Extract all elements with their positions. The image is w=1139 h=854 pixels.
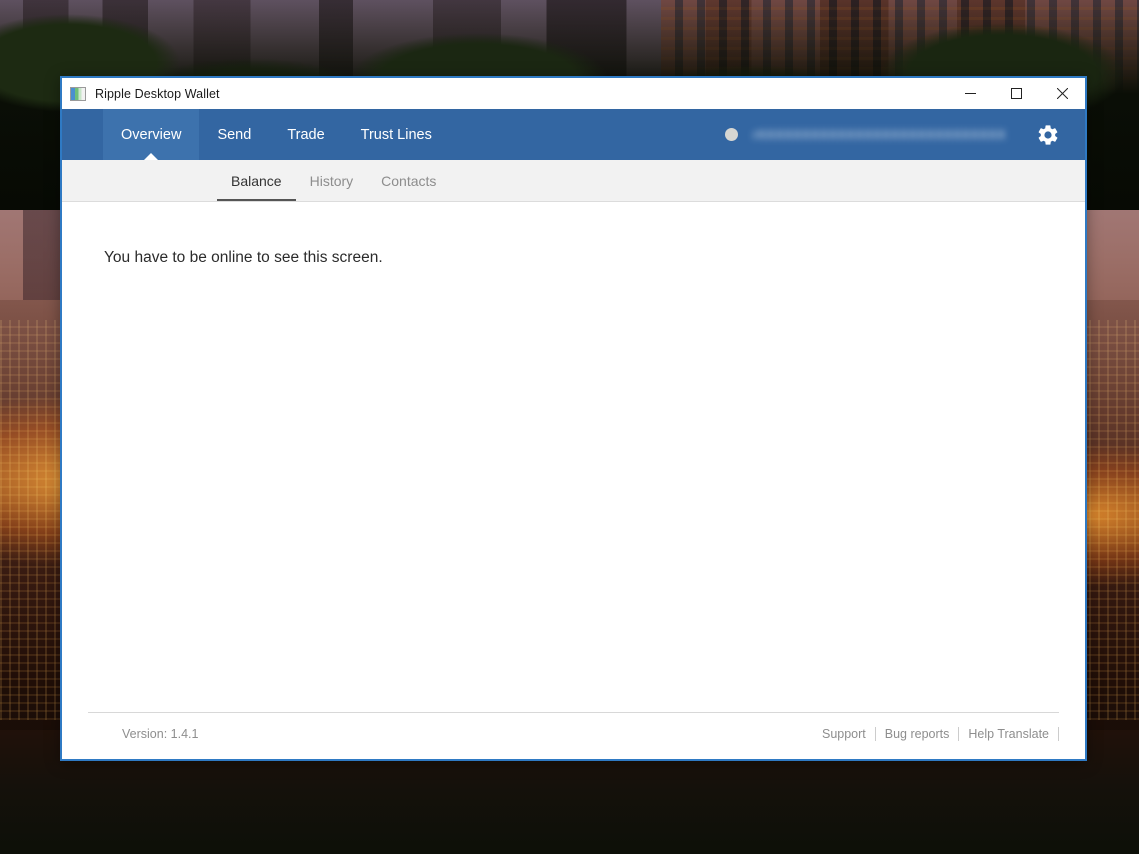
nav-tab-send-label: Send	[217, 126, 252, 143]
maximize-icon	[1010, 88, 1022, 99]
nav-tab-trust-lines-label: Trust Lines	[360, 126, 432, 143]
main-content: You have to be online to see this screen…	[62, 202, 1085, 712]
offline-message: You have to be online to see this screen…	[104, 249, 383, 266]
navbar-account-area: rXXXXXXXXXXXXXXXXXXXXXXXXXXXXXXXXX	[725, 109, 1085, 160]
title-bar[interactable]: Ripple Desktop Wallet	[62, 78, 1085, 109]
footer: Version: 1.4.1 Support Bug reports Help …	[62, 712, 1085, 759]
offline-status-dot	[725, 128, 738, 141]
window-title: Ripple Desktop Wallet	[95, 86, 220, 101]
account-address[interactable]: rXXXXXXXXXXXXXXXXXXXXXXXXXXXXXXXXX	[753, 127, 1005, 142]
close-button[interactable]	[1039, 78, 1085, 109]
sub-tab-balance-label: Balance	[231, 172, 282, 189]
sub-tab-contacts[interactable]: Contacts	[367, 160, 450, 201]
nav-tab-overview[interactable]: Overview	[103, 109, 200, 160]
app-logo-icon	[70, 86, 86, 101]
footer-link-bug-reports[interactable]: Bug reports	[876, 727, 959, 741]
settings-button[interactable]	[1035, 122, 1061, 148]
footer-link-help-translate[interactable]: Help Translate	[959, 727, 1058, 741]
footer-divider	[88, 712, 1059, 713]
application-window: Ripple Desktop Wallet Overview Send Trad…	[60, 76, 1087, 761]
secondary-tabbar: Balance History Contacts	[62, 160, 1085, 202]
nav-tab-trade-label: Trade	[287, 126, 325, 143]
version-label: Version: 1.4.1	[122, 727, 199, 741]
nav-tab-overview-label: Overview	[121, 126, 182, 143]
primary-nav-tabs: Overview Send Trade Trust Lines	[103, 109, 450, 160]
footer-link-support[interactable]: Support	[813, 727, 875, 741]
footer-separator	[1058, 727, 1059, 741]
sub-tab-balance[interactable]: Balance	[217, 160, 296, 201]
minimize-icon	[964, 93, 976, 94]
maximize-button[interactable]	[993, 78, 1039, 109]
footer-links: Support Bug reports Help Translate	[813, 727, 1059, 741]
window-controls	[947, 78, 1085, 109]
close-icon	[1056, 88, 1068, 99]
gear-icon	[1038, 124, 1058, 145]
nav-tab-trust-lines[interactable]: Trust Lines	[343, 109, 450, 160]
sub-tab-contacts-label: Contacts	[381, 172, 437, 189]
minimize-button[interactable]	[947, 78, 993, 109]
sub-tab-history-label: History	[309, 172, 354, 189]
nav-tab-trade[interactable]: Trade	[269, 109, 342, 160]
primary-navbar: Overview Send Trade Trust Lines rXXXXXXX…	[62, 109, 1085, 160]
sub-tab-history[interactable]: History	[296, 160, 368, 201]
footer-row: Version: 1.4.1 Support Bug reports Help …	[88, 727, 1059, 741]
nav-tab-send[interactable]: Send	[199, 109, 269, 160]
